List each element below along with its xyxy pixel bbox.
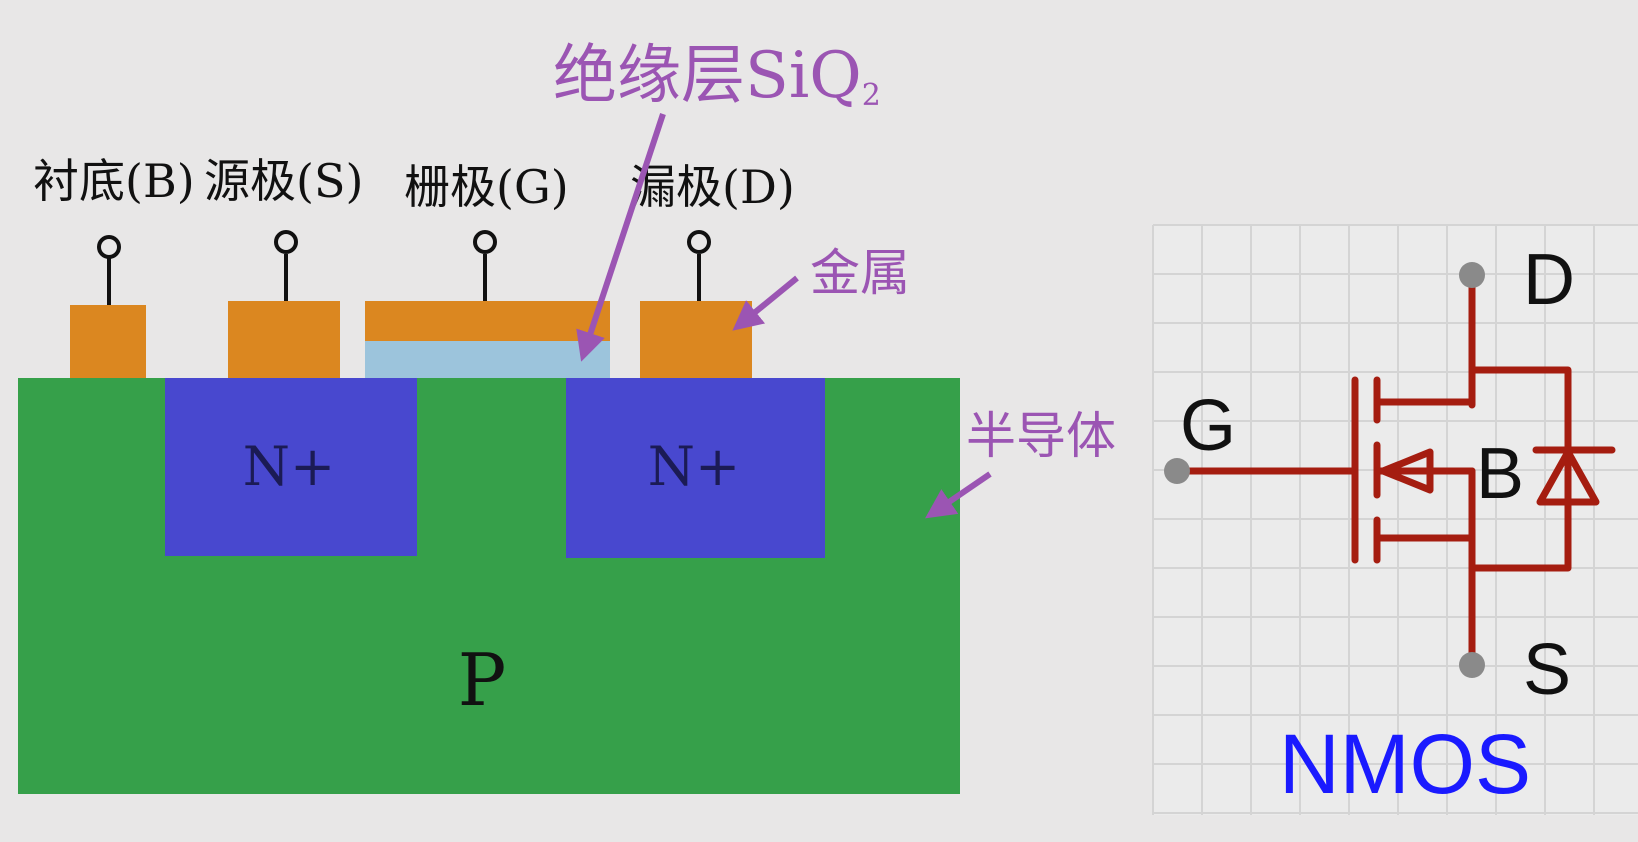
drain-n-plus-label: N+	[648, 435, 741, 498]
gate-oxide-layer	[365, 340, 610, 378]
substrate-terminal-label: 衬底(B)	[33, 154, 195, 208]
insulator-callout-label: 绝缘层SiQ2	[553, 39, 881, 113]
gate-metal-contact	[365, 301, 610, 341]
drain-terminal-pin	[687, 230, 711, 301]
mos-cross-section: 衬底(B) 源极(S) 栅极(G) 漏极(D) N+ N+ P 绝缘层SiQ2 …	[18, 39, 1116, 794]
body-pin-label: B	[1476, 434, 1524, 514]
gate-terminal-label: 栅极(G)	[404, 160, 569, 214]
substrate-terminal-pin	[97, 235, 121, 305]
semiconductor-callout-label: 半导体	[966, 407, 1116, 465]
source-terminal-label: 源极(S)	[204, 154, 363, 208]
nmos-diagram: 衬底(B) 源极(S) 栅极(G) 漏极(D) N+ N+ P 绝缘层SiQ2 …	[18, 39, 1638, 815]
insulator-subscript: 2	[862, 78, 881, 113]
metal-callout-label: 金属	[810, 244, 910, 302]
source-pin-label: S	[1523, 630, 1571, 710]
source-terminal-pin	[274, 230, 298, 301]
nmos-schematic-symbol: D G B S NMOS	[1152, 224, 1638, 815]
gate-pin-label: G	[1180, 386, 1236, 466]
source-metal-contact	[228, 301, 340, 378]
drain-pin-dot	[1459, 262, 1485, 288]
drain-metal-contact	[640, 301, 752, 378]
source-n-plus-label: N+	[243, 435, 336, 498]
drain-terminal-label: 漏极(D)	[630, 160, 795, 214]
nmos-title: NMOS	[1279, 717, 1531, 811]
p-substrate-label: P	[458, 638, 506, 722]
gate-terminal-pin	[473, 230, 497, 301]
source-pin-dot	[1459, 652, 1485, 678]
drain-pin-label: D	[1523, 240, 1575, 320]
substrate-metal-contact	[70, 305, 146, 378]
